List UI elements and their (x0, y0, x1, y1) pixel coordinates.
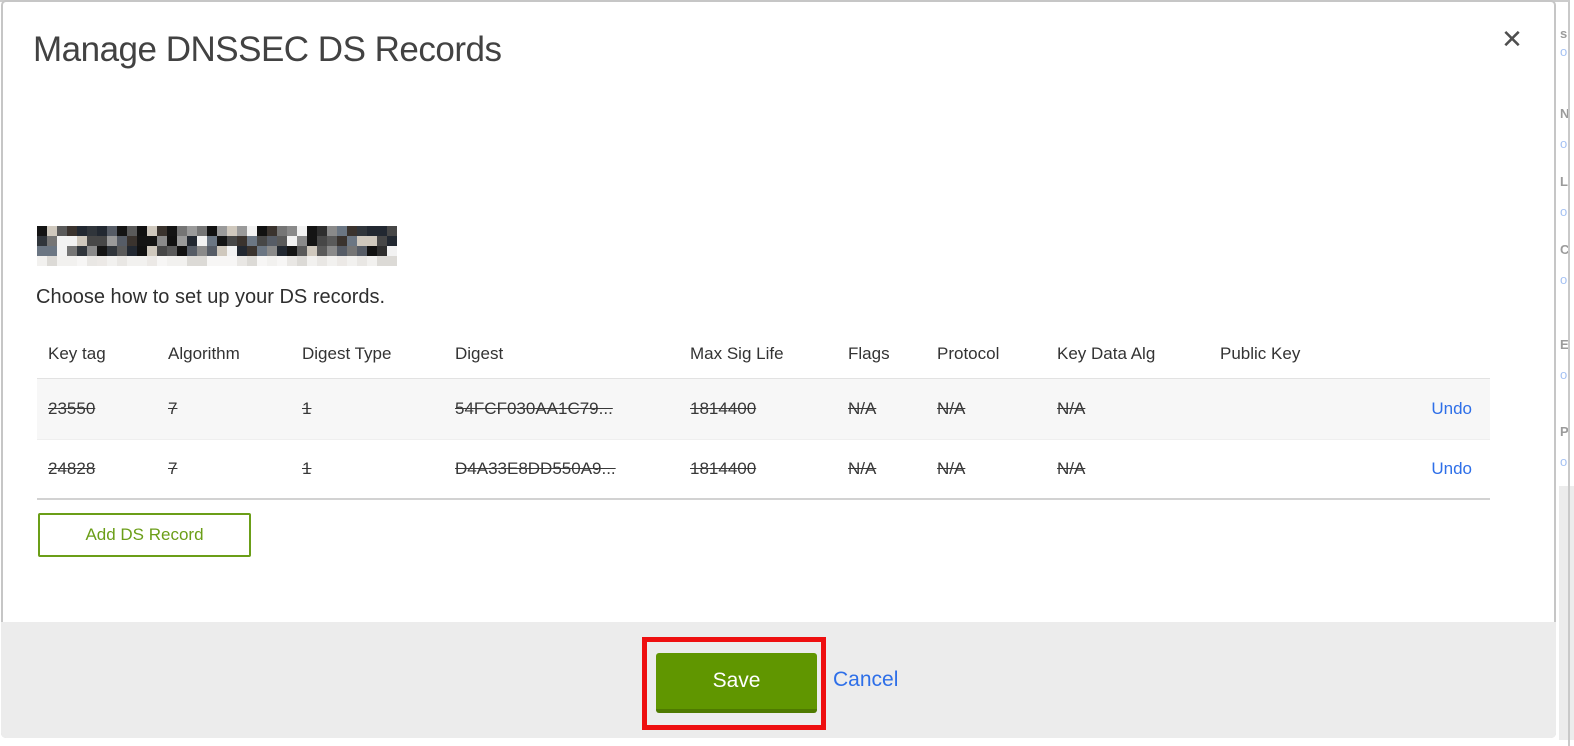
cell-protocol: N/A (937, 459, 966, 478)
background-page-fragment: o (1560, 44, 1568, 59)
background-page-fragment: o (1560, 367, 1568, 382)
modal-title: Manage DNSSEC DS Records (33, 30, 502, 69)
column-header-max-sig-life: Max Sig Life (690, 344, 784, 363)
background-page-fragment: o (1560, 454, 1568, 469)
table-row: 23550 7 1 54FCF030AA1C79... 1814400 N/A … (37, 378, 1490, 439)
column-header-digest: Digest (455, 344, 504, 363)
background-page-sliver: soNoLoCoEoPo (1559, 0, 1574, 746)
column-header-flags: Flags (848, 344, 890, 363)
background-page-fragment: o (1560, 204, 1568, 219)
column-header-key-tag: Key tag (48, 344, 106, 363)
cell-protocol: N/A (937, 399, 966, 418)
cell-digest: 54FCF030AA1C79... (455, 399, 613, 418)
intro-text: Choose how to set up your DS records. (36, 286, 386, 308)
background-page-fragment: s (1560, 26, 1568, 41)
add-ds-record-button[interactable]: Add DS Record (38, 513, 251, 557)
cell-max-sig-life: 1814400 (690, 459, 757, 478)
column-header-public-key: Public Key (1220, 344, 1301, 363)
cell-key-tag: 23550 (48, 399, 96, 418)
background-page-fragment: o (1560, 136, 1568, 151)
undo-link[interactable]: Undo (1431, 399, 1472, 419)
screenshot-stage: soNoLoCoEoPo Manage DNSSEC DS Records ✕ … (0, 0, 1574, 746)
redacted-domain-name (37, 226, 397, 266)
ds-records-table: Key tag Algorithm Digest Type Digest Max… (37, 330, 1490, 500)
close-icon[interactable]: ✕ (1494, 22, 1530, 58)
cell-flags: N/A (848, 399, 877, 418)
table-header-row: Key tag Algorithm Digest Type Digest Max… (37, 330, 1490, 378)
undo-link[interactable]: Undo (1431, 459, 1472, 479)
background-page-fragment: L (1560, 174, 1568, 189)
cell-key-data-alg: N/A (1057, 459, 1086, 478)
cell-digest-type: 1 (302, 459, 312, 478)
column-header-protocol: Protocol (937, 344, 1000, 363)
cell-digest-type: 1 (302, 399, 312, 418)
table-row: 24828 7 1 D4A33E8DD550A9... 1814400 N/A … (37, 439, 1490, 500)
cell-key-data-alg: N/A (1057, 399, 1086, 418)
cell-max-sig-life: 1814400 (690, 399, 757, 418)
column-header-digest-type: Digest Type (302, 344, 392, 363)
cancel-link[interactable]: Cancel (833, 668, 898, 692)
cell-digest: D4A33E8DD550A9... (455, 459, 616, 478)
window-edge-line (1568, 0, 1570, 746)
cell-flags: N/A (848, 459, 877, 478)
background-page-fragment: o (1560, 272, 1568, 287)
column-header-key-data-alg: Key Data Alg (1057, 344, 1156, 363)
cell-algorithm: 7 (168, 459, 178, 478)
cell-key-tag: 24828 (48, 459, 96, 478)
column-header-algorithm: Algorithm (168, 344, 240, 363)
cell-algorithm: 7 (168, 399, 178, 418)
background-page-footer-sliver (1559, 486, 1574, 740)
save-button[interactable]: Save (656, 653, 817, 713)
